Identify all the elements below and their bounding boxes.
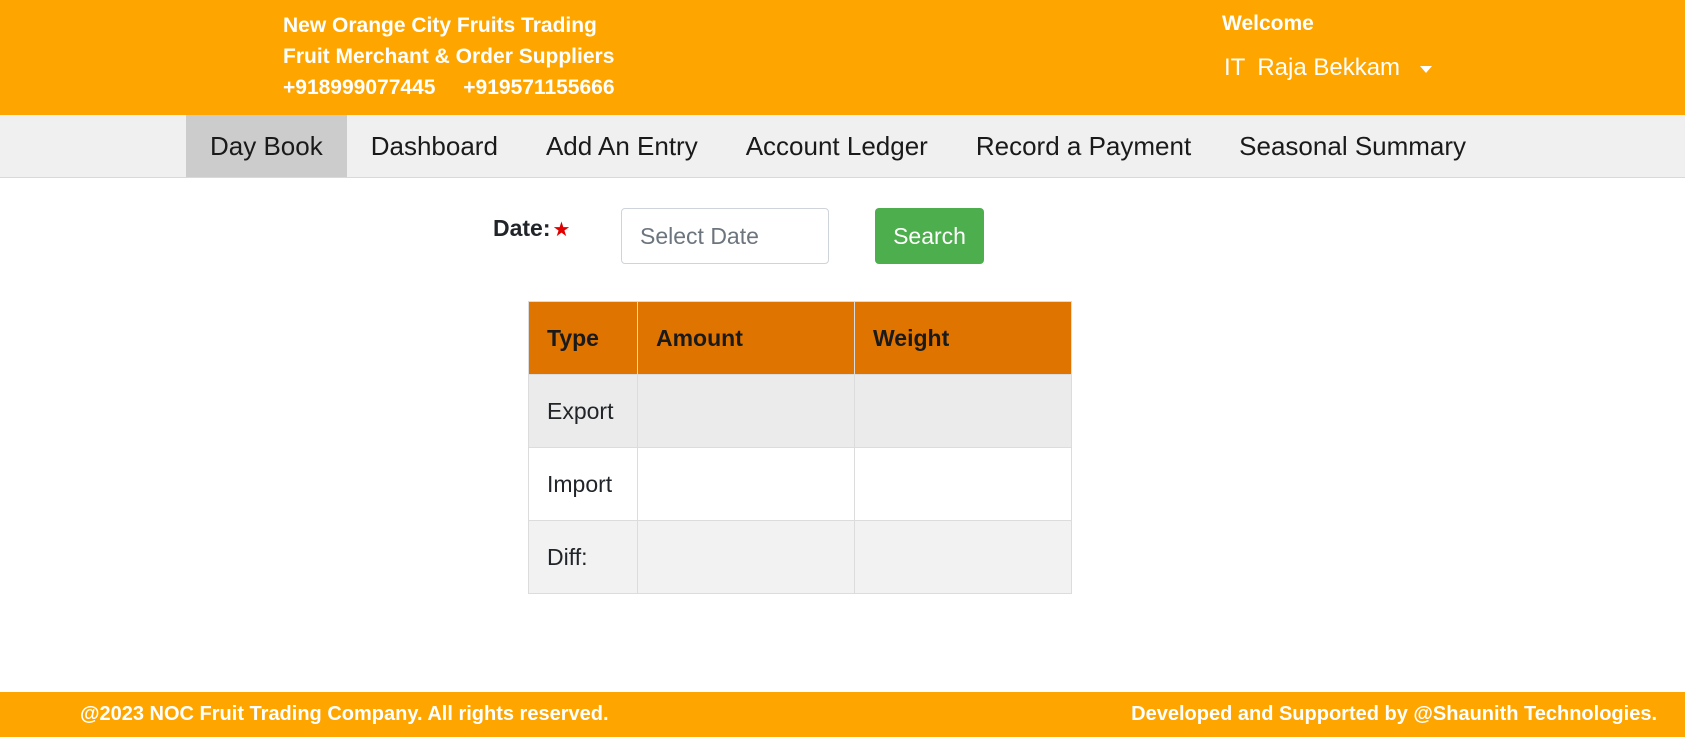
nav-item-dashboard[interactable]: Dashboard xyxy=(347,115,522,177)
table-row: Export xyxy=(528,374,1072,448)
column-header-weight: Weight xyxy=(854,301,1072,375)
welcome-text: Welcome xyxy=(1222,12,1314,35)
company-phones: +918999077445 +919571155666 xyxy=(283,72,637,103)
phone-2: +919571155666 xyxy=(463,76,615,99)
date-label-text: Date: xyxy=(493,215,551,241)
main-nav: Day Book Dashboard Add An Entry Account … xyxy=(0,115,1685,178)
nav-item-add-an-entry[interactable]: Add An Entry xyxy=(522,115,722,177)
date-label: Date: ★ xyxy=(493,215,570,242)
cell-type: Export xyxy=(528,374,638,448)
user-prefix: IT xyxy=(1224,54,1246,81)
table-header-row: Type Amount Weight xyxy=(528,301,1072,375)
cell-weight xyxy=(854,447,1072,521)
footer-credit: Developed and Supported by @Shaunith Tec… xyxy=(1131,703,1657,725)
cell-amount xyxy=(637,520,855,594)
cell-weight xyxy=(854,374,1072,448)
cell-type: Diff: xyxy=(528,520,638,594)
search-button[interactable]: Search xyxy=(875,208,984,264)
column-header-amount: Amount xyxy=(637,301,855,375)
table-row: Import xyxy=(528,447,1072,521)
daybook-summary-table: Type Amount Weight Export Import Diff: xyxy=(528,301,1072,594)
site-header: New Orange City Fruits Trading Fruit Mer… xyxy=(0,0,1685,115)
footer-copyright: @2023 NOC Fruit Trading Company. All rig… xyxy=(80,703,609,725)
phone-1: +918999077445 xyxy=(283,76,436,99)
company-tagline: Fruit Merchant & Order Suppliers xyxy=(283,45,615,68)
company-name: New Orange City Fruits Trading xyxy=(283,14,597,37)
cell-amount xyxy=(637,447,855,521)
caret-down-icon xyxy=(1420,65,1433,73)
cell-weight xyxy=(854,520,1072,594)
user-name: Raja Bekkam xyxy=(1257,54,1401,81)
column-header-type: Type xyxy=(528,301,638,375)
nav-item-account-ledger[interactable]: Account Ledger xyxy=(722,115,952,177)
cell-type: Import xyxy=(528,447,638,521)
company-info: New Orange City Fruits Trading Fruit Mer… xyxy=(283,10,637,103)
user-menu-dropdown[interactable]: IT Raja Bekkam xyxy=(1224,54,1433,82)
nav-item-seasonal-summary[interactable]: Seasonal Summary xyxy=(1215,115,1490,177)
date-input[interactable] xyxy=(621,208,829,264)
nav-item-record-a-payment[interactable]: Record a Payment xyxy=(952,115,1215,177)
cell-amount xyxy=(637,374,855,448)
nav-item-day-book[interactable]: Day Book xyxy=(186,115,347,177)
required-star-icon: ★ xyxy=(552,219,571,241)
site-footer: @2023 NOC Fruit Trading Company. All rig… xyxy=(0,692,1685,737)
table-row: Diff: xyxy=(528,520,1072,594)
